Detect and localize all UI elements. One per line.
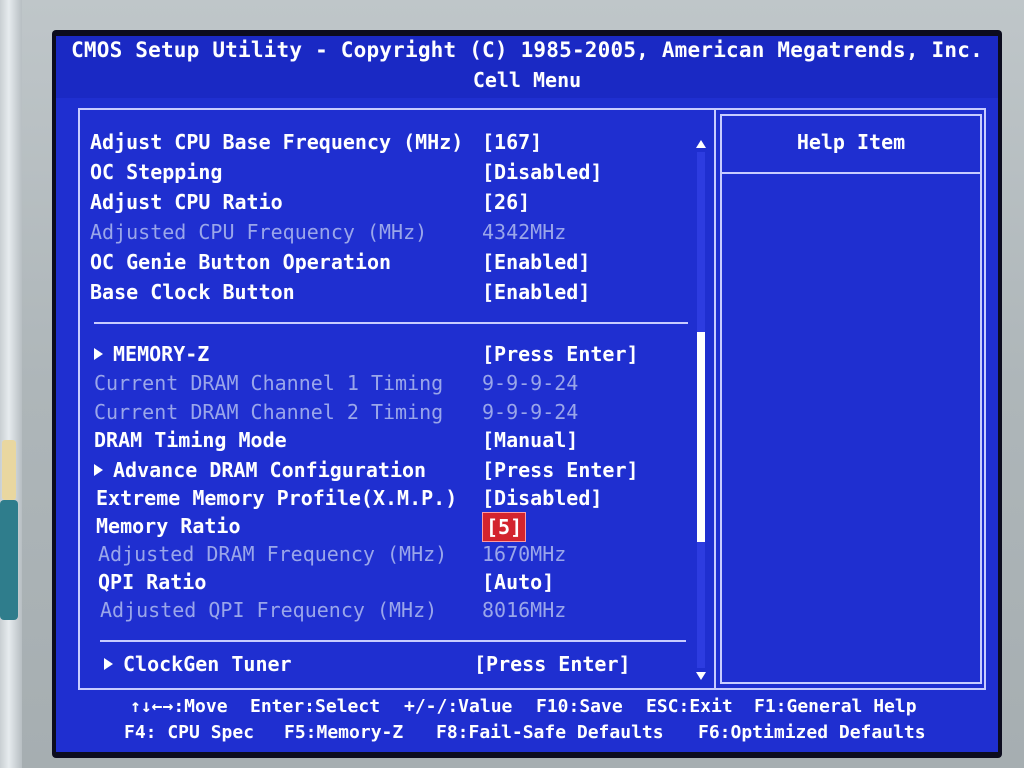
photo-background-left: [0, 0, 22, 768]
setting-row-adjusted-cpu-frequency: Adjusted CPU Frequency (MHz) 4342MHz: [90, 218, 690, 246]
help-panel: Help Item: [720, 114, 982, 684]
setting-label: Adjust CPU Base Frequency (MHz): [90, 130, 464, 154]
setting-row-cpu-base-frequency[interactable]: Adjust CPU Base Frequency (MHz) [167]: [90, 128, 690, 156]
scrollbar[interactable]: [697, 152, 705, 668]
decorative-sticker: [2, 440, 16, 500]
key-legend: ↑↓←→:Move Enter:Select +/-/:Value F10:Sa…: [78, 692, 986, 748]
setting-row-base-clock-button[interactable]: Base Clock Button [Enabled]: [90, 278, 690, 306]
setting-value[interactable]: [26]: [482, 188, 530, 216]
submenu-label-wrap: ClockGen Tuner: [104, 650, 292, 678]
setting-value: 4342MHz: [482, 220, 567, 244]
setting-label: Base Clock Button: [90, 280, 295, 304]
main-frame: Adjust CPU Base Frequency (MHz) [167] OC…: [78, 108, 986, 690]
panel-divider: [714, 110, 716, 688]
setting-value[interactable]: [Disabled]: [482, 484, 602, 512]
scrollbar-thumb[interactable]: [697, 332, 705, 542]
bios-title: CMOS Setup Utility - Copyright (C) 1985-…: [71, 38, 983, 62]
setting-row-dram-channel-1-timing: Current DRAM Channel 1 Timing 9-9-9-24: [94, 369, 690, 397]
key-hint-value: +/-/:Value: [404, 696, 513, 717]
setting-value: 8016MHz: [482, 598, 567, 622]
decorative-object: [0, 500, 18, 620]
submenu-memory-z[interactable]: MEMORY-Z [Press Enter]: [94, 340, 690, 368]
setting-value[interactable]: [Press Enter]: [482, 340, 639, 368]
setting-label: Memory Ratio: [96, 514, 241, 538]
setting-row-oc-genie-button[interactable]: OC Genie Button Operation [Enabled]: [90, 248, 690, 276]
page-title: Cell Menu: [472, 68, 582, 92]
setting-row-memory-ratio[interactable]: Memory Ratio [5]: [96, 512, 690, 542]
key-hint-memory-z: F5:Memory-Z: [284, 722, 404, 743]
setting-label: Adjusted QPI Frequency (MHz): [100, 598, 438, 622]
submenu-arrow-icon: [94, 347, 103, 360]
key-hint-move: ↑↓←→:Move: [130, 696, 228, 717]
setting-value[interactable]: [Manual]: [482, 426, 578, 454]
setting-label: Extreme Memory Profile(X.M.P.): [96, 486, 458, 510]
setting-label: OC Stepping: [90, 160, 223, 184]
key-hint-select: Enter:Select: [250, 696, 381, 717]
settings-menu: Adjust CPU Base Frequency (MHz) [167] OC…: [80, 110, 690, 688]
setting-value: 9-9-9-24: [482, 400, 579, 424]
setting-label: OC Genie Button Operation: [90, 250, 392, 274]
setting-value[interactable]: [167]: [482, 128, 542, 156]
setting-label: Adjusted CPU Frequency (MHz): [90, 220, 428, 244]
bios-header: CMOS Setup Utility - Copyright (C) 1985-…: [56, 36, 998, 98]
help-title: Help Item: [796, 130, 906, 154]
setting-label: Advance DRAM Configuration: [113, 458, 427, 482]
submenu-arrow-icon: [104, 657, 113, 670]
setting-label: Adjusted DRAM Frequency (MHz): [98, 542, 448, 566]
setting-row-xmp[interactable]: Extreme Memory Profile(X.M.P.) [Disabled…: [96, 484, 690, 512]
submenu-label-wrap: MEMORY-Z: [94, 340, 209, 368]
setting-value[interactable]: [Disabled]: [482, 158, 602, 186]
section-divider: [100, 640, 686, 642]
section-divider: [94, 322, 688, 324]
setting-row-qpi-ratio[interactable]: QPI Ratio [Auto]: [98, 568, 690, 596]
setting-label: ClockGen Tuner: [123, 652, 292, 676]
setting-row-dram-channel-2-timing: Current DRAM Channel 2 Timing 9-9-9-24: [94, 398, 690, 426]
key-hint-optimized-defaults: F6:Optimized Defaults: [698, 722, 926, 743]
key-hint-fail-safe-defaults: F8:Fail-Safe Defaults: [436, 722, 664, 743]
setting-label: QPI Ratio: [98, 570, 207, 594]
setting-label: DRAM Timing Mode: [94, 428, 287, 452]
setting-value[interactable]: [Enabled]: [482, 248, 590, 276]
key-hint-save: F10:Save: [536, 696, 623, 717]
bios-setup-window: CMOS Setup Utility - Copyright (C) 1985-…: [56, 36, 998, 752]
setting-value: 9-9-9-24: [482, 371, 579, 395]
setting-value[interactable]: [Press Enter]: [482, 456, 639, 484]
setting-label: Current DRAM Channel 2 Timing: [94, 400, 444, 424]
submenu-arrow-icon: [94, 463, 103, 476]
setting-row-dram-timing-mode[interactable]: DRAM Timing Mode [Manual]: [94, 426, 690, 454]
setting-value[interactable]: [Enabled]: [482, 278, 590, 306]
setting-value-selected[interactable]: [5]: [482, 512, 527, 542]
submenu-clockgen-tuner[interactable]: ClockGen Tuner [Press Enter]: [104, 650, 690, 678]
setting-row-adjusted-dram-frequency: Adjusted DRAM Frequency (MHz) 1670MHz: [98, 540, 690, 568]
scroll-down-arrow-icon[interactable]: [696, 672, 706, 680]
help-divider: [722, 172, 980, 174]
submenu-label-wrap: Advance DRAM Configuration: [94, 456, 426, 484]
setting-row-adjusted-qpi-frequency: Adjusted QPI Frequency (MHz) 8016MHz: [100, 596, 690, 624]
setting-label: Adjust CPU Ratio: [90, 190, 283, 214]
scroll-up-arrow-icon[interactable]: [696, 140, 706, 148]
key-hint-cpu-spec: F4: CPU Spec: [124, 722, 255, 743]
setting-value: 1670MHz: [482, 542, 567, 566]
key-hint-general-help: F1:General Help: [754, 696, 917, 717]
setting-label: Current DRAM Channel 1 Timing: [94, 371, 444, 395]
setting-value[interactable]: [Auto]: [482, 568, 554, 596]
submenu-advance-dram-configuration[interactable]: Advance DRAM Configuration [Press Enter]: [94, 456, 690, 484]
key-hint-exit: ESC:Exit: [646, 696, 733, 717]
setting-row-oc-stepping[interactable]: OC Stepping [Disabled]: [90, 158, 690, 186]
monitor-screen: CMOS Setup Utility - Copyright (C) 1985-…: [52, 30, 1002, 758]
setting-row-cpu-ratio[interactable]: Adjust CPU Ratio [26]: [90, 188, 690, 216]
setting-value[interactable]: [Press Enter]: [474, 650, 631, 678]
setting-label: MEMORY-Z: [113, 342, 210, 366]
